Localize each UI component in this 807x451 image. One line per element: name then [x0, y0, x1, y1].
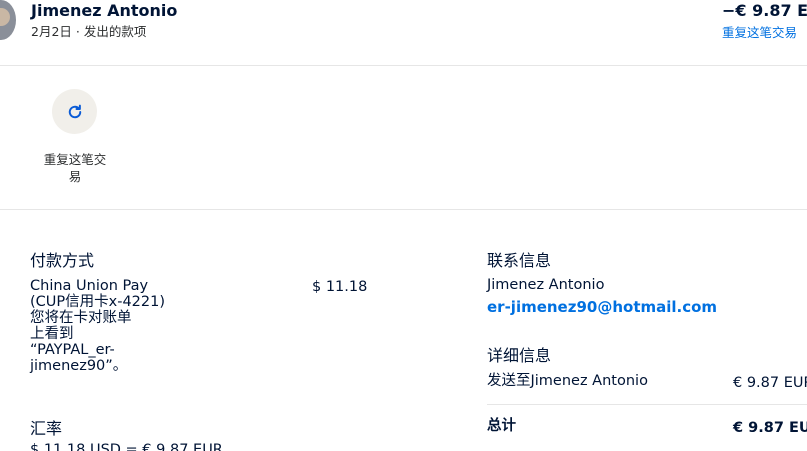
- exchange-rate-value: $ 11.18 USD = € 9.87 EUR: [30, 442, 223, 451]
- transaction-amount: −€ 9.87 EUR: [722, 1, 807, 20]
- exchange-rate-title: 汇率: [30, 419, 63, 438]
- contact-info-title: 联系信息: [487, 251, 552, 270]
- total-amount: € 9.87 EUR: [733, 420, 807, 436]
- avatar: [0, 0, 16, 40]
- payment-amount: $ 11.18: [312, 279, 368, 295]
- payment-method-line: “PAYPAL_er-: [30, 342, 115, 358]
- recipient-name: Jimenez Antonio: [31, 1, 178, 20]
- transaction-header: Jimenez Antonio 2月2日 · 发出的款项 −€ 9.87 EUR…: [0, 0, 807, 66]
- refresh-icon: [68, 104, 81, 118]
- payment-method-line: 上看到: [30, 326, 74, 342]
- contact-email-link[interactable]: er-jimenez90@hotmail.com: [487, 298, 717, 316]
- actions-bar: 重复这笔交易: [0, 67, 807, 210]
- payment-method-line: jimenez90”。: [30, 358, 128, 374]
- sent-to-amount: € 9.87 EUR: [733, 375, 807, 391]
- payment-method-line: China Union Pay: [30, 278, 149, 294]
- repeat-transaction-button[interactable]: [52, 89, 97, 134]
- payment-method-line: (CUP信用卡x-4221): [30, 294, 166, 310]
- repeat-transaction-label: 重复这笔交易: [43, 152, 107, 184]
- details-title: 详细信息: [487, 346, 552, 365]
- contact-name: Jimenez Antonio: [487, 277, 605, 293]
- repeat-transaction-link[interactable]: 重复这笔交易: [722, 22, 797, 41]
- details-divider: [487, 404, 807, 405]
- total-label: 总计: [487, 418, 516, 434]
- payment-method-description: China Union Pay (CUP信用卡x-4221) 您将在卡对账单 上…: [30, 278, 290, 374]
- transaction-subtitle: 2月2日 · 发出的款项: [31, 24, 147, 39]
- sent-to-label: 发送至Jimenez Antonio: [487, 373, 648, 389]
- payment-method-line: 您将在卡对账单: [30, 310, 132, 326]
- payment-method-title: 付款方式: [30, 251, 95, 270]
